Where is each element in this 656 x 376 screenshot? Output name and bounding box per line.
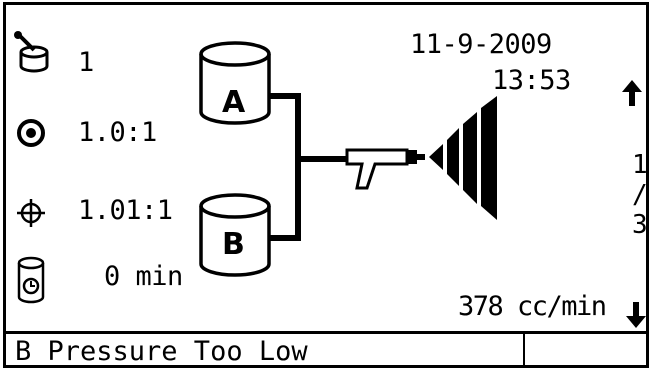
page-separator: / (632, 180, 648, 210)
crosshair-icon (17, 199, 45, 227)
mix-ratio-value: 1.0:1 (78, 117, 157, 148)
display-screen: 1 1.0:1 1.01:1 0 min A B 11-9-2009 13:53… (0, 0, 656, 376)
actual-ratio-value: 1.01:1 (78, 195, 173, 226)
recipe-value: 1 (78, 47, 94, 78)
pot-life-value: 0 min (104, 261, 183, 292)
spray-pattern-icon (429, 96, 497, 220)
recipe-icon (14, 31, 49, 73)
tank-a-label: A (222, 85, 245, 120)
pot-life-timer-icon (17, 256, 45, 304)
down-arrow-icon[interactable] (624, 300, 648, 330)
time-display: 13:53 (492, 65, 571, 96)
status-bar: B Pressure Too Low (3, 331, 649, 368)
status-cell (529, 337, 639, 367)
mix-diagram (199, 41, 497, 277)
status-divider (523, 334, 525, 368)
flow-rate: 378 cc/min (458, 291, 607, 322)
ratio-target-icon (17, 119, 45, 147)
date-display: 11-9-2009 (410, 29, 552, 60)
tank-b-label: B (222, 227, 245, 262)
status-message: B Pressure Too Low (15, 336, 308, 367)
page-total: 3 (632, 210, 648, 240)
page-current: 1 (632, 150, 648, 180)
up-arrow-icon[interactable] (620, 78, 644, 108)
spray-gun-icon (345, 148, 425, 190)
